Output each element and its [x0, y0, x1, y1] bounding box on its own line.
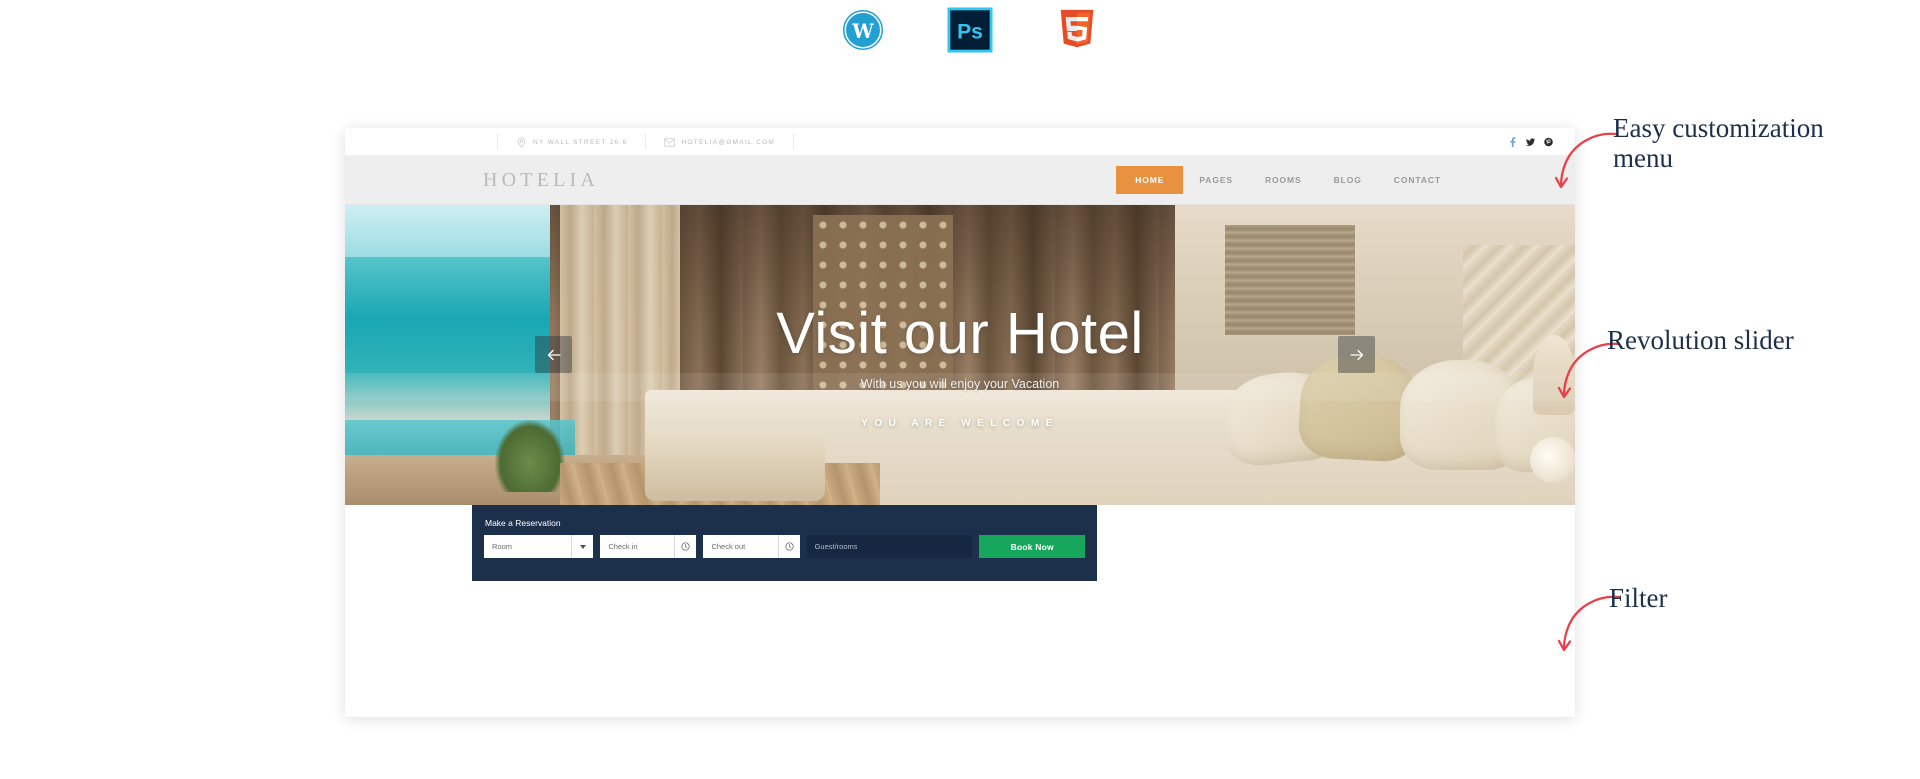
topbar-email-text: HOTELIA@GMAIL.COM [681, 138, 776, 146]
nav-item-blog[interactable]: BLOG [1318, 169, 1378, 191]
annotation-easy-customization: Easy customization menu [1613, 113, 1824, 174]
nav-item-home[interactable]: HOME [1116, 166, 1184, 194]
checkin-placeholder-text: Check in [608, 542, 638, 551]
reservation-section: Make a Reservation Room Check in Check o… [345, 505, 1575, 717]
clock-icon [777, 535, 800, 558]
reservation-form: Make a Reservation Room Check in Check o… [472, 505, 1097, 581]
reservation-fields-row: Room Check in Check out Guest/rooms Book… [484, 535, 1085, 558]
page-root: W Ps NY WALL STREET 26.6 HOTELIA@GMAIL.C… [0, 0, 1920, 779]
hero-title: Visit our Hotel [776, 301, 1144, 366]
arrow-left-icon [547, 349, 561, 360]
hero-photo-foliage [495, 420, 565, 492]
facebook-icon[interactable] [1508, 137, 1517, 147]
slider-next-button[interactable] [1338, 336, 1375, 373]
topbar-contact-group: NY WALL STREET 26.6 HOTELIA@GMAIL.COM [497, 128, 795, 156]
book-now-button[interactable]: Book Now [979, 535, 1085, 558]
site-logo[interactable]: HOTELIA [483, 169, 599, 192]
hero-photo-sky [345, 205, 550, 257]
arrow-right-icon [1349, 349, 1363, 360]
annotation-revolution-slider: Revolution slider [1607, 325, 1794, 355]
html5-icon [1060, 9, 1094, 48]
nav-item-pages[interactable]: PAGES [1183, 169, 1249, 191]
room-select[interactable]: Room [484, 535, 594, 558]
checkout-input[interactable]: Check out [703, 535, 800, 558]
chevron-down-icon [571, 535, 593, 558]
technology-icons: W Ps [840, 4, 1100, 56]
envelope-icon [664, 137, 676, 147]
wordpress-icon: W [840, 7, 886, 53]
main-navigation: HOME PAGES ROOMS BLOG CONTACT [1116, 166, 1457, 194]
topbar-address-text: NY WALL STREET 26.6 [533, 138, 628, 146]
site-topbar: NY WALL STREET 26.6 HOTELIA@GMAIL.COM [345, 128, 1575, 156]
photoshop-icon: Ps [947, 7, 993, 53]
website-mockup: NY WALL STREET 26.6 HOTELIA@GMAIL.COM HO… [345, 128, 1575, 717]
hero-photo-rose [1530, 437, 1575, 483]
svg-text:W: W [851, 20, 874, 43]
hero-slider: Visit our Hotel With us you will enjoy y… [345, 205, 1575, 505]
checkin-input[interactable]: Check in [600, 535, 697, 558]
reservation-title: Make a Reservation [485, 518, 561, 528]
nav-item-contact[interactable]: CONTACT [1378, 169, 1457, 191]
annotation-filter: Filter [1609, 583, 1668, 613]
svg-text:Ps: Ps [957, 21, 983, 44]
location-pin-icon [517, 137, 526, 148]
guest-rooms-placeholder-text: Guest/rooms [814, 542, 858, 551]
room-select-value: Room [492, 542, 513, 551]
slider-prev-button[interactable] [535, 336, 572, 373]
topbar-email[interactable]: HOTELIA@GMAIL.COM [645, 134, 795, 150]
checkout-placeholder-text: Check out [711, 542, 746, 551]
site-navbar: HOTELIA HOME PAGES ROOMS BLOG CONTACT [345, 156, 1575, 205]
hero-welcome-text: YOU ARE WELCOME [861, 418, 1059, 429]
clock-icon [674, 535, 696, 558]
nav-item-rooms[interactable]: ROOMS [1249, 169, 1318, 191]
guest-rooms-input[interactable]: Guest/rooms [806, 535, 973, 558]
topbar-address: NY WALL STREET 26.6 [497, 134, 645, 150]
hero-subtitle: With us you will enjoy your Vacation [860, 377, 1060, 391]
hero-photo-sofa [645, 433, 825, 501]
annotation-arrow-easy-customization [1554, 132, 1618, 189]
